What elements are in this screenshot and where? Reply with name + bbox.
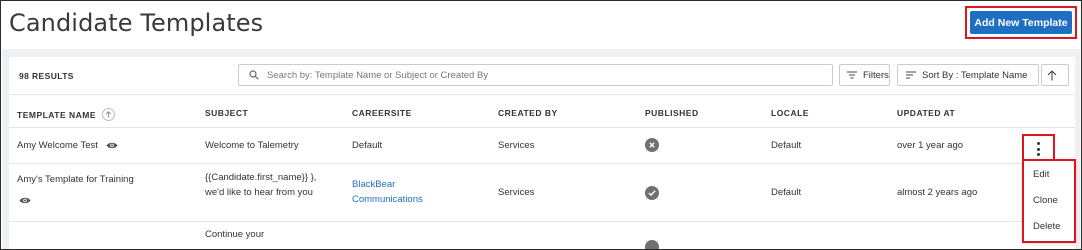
filter-lines-icon [847, 71, 857, 79]
filters-button[interactable]: Filters [839, 64, 890, 86]
template-name: Amy Welcome Test [17, 140, 98, 151]
column-label: TEMPLATE NAME [17, 109, 97, 120]
updated-at-cell: almost 2 years ago [897, 187, 978, 198]
locale-cell: Default [771, 140, 802, 151]
created-by-cell: Services [498, 140, 535, 151]
published-check-icon [645, 240, 659, 249]
eye-icon[interactable] [19, 196, 31, 205]
careersite-link[interactable]: BlackBear Communications [352, 178, 442, 207]
careersite-cell: Default [352, 140, 383, 151]
column-subject[interactable]: SUBJECT [205, 108, 248, 118]
eye-icon[interactable] [106, 141, 118, 150]
search-input[interactable] [267, 65, 832, 85]
templates-table: TEMPLATE NAME SUBJECT CAREERSITE CREATED… [9, 95, 1075, 249]
menu-item-delete[interactable]: Delete [1024, 213, 1074, 239]
published-cell [645, 240, 659, 249]
table-header: TEMPLATE NAME SUBJECT CAREERSITE CREATED… [9, 95, 1075, 128]
sort-asc-icon[interactable] [102, 108, 116, 121]
published-cell [645, 186, 659, 201]
sort-label: Sort By : Template Name [922, 69, 1028, 81]
results-toolbar: 98 RESULTS Filters Sort By : Template N [9, 57, 1075, 95]
page-title: Candidate Templates [9, 9, 264, 37]
sort-lines-icon [906, 71, 916, 79]
app-frame: Candidate Templates Add New Template 98 … [0, 0, 1082, 250]
subject-cell: Continue your [205, 229, 265, 240]
updated-at-cell: over 1 year ago [897, 140, 964, 151]
published-cell [645, 138, 659, 153]
template-name: Amy's Template for Training [17, 174, 134, 185]
column-locale[interactable]: LOCALE [771, 108, 809, 118]
created-by-cell: Services [498, 187, 535, 198]
column-template-name[interactable]: TEMPLATE NAME [17, 108, 116, 121]
table-row: Amy's Template for Training {{Candidate.… [9, 164, 1075, 222]
sort-by-button[interactable]: Sort By : Template Name [897, 64, 1039, 86]
row-actions-menu: Edit Clone Delete [1022, 159, 1076, 243]
add-new-template-button[interactable]: Add New Template [970, 11, 1072, 34]
template-name-cell[interactable]: Amy Welcome Test [17, 139, 118, 153]
locale-cell: Default [771, 187, 802, 198]
add-template-highlight: Add New Template [965, 6, 1077, 39]
results-count: 98 RESULTS [19, 71, 74, 81]
search-icon [249, 70, 259, 80]
menu-item-clone[interactable]: Clone [1024, 187, 1074, 213]
template-name-cell[interactable]: Amy's Template for Training [17, 173, 177, 210]
sort-direction-button[interactable] [1041, 64, 1069, 86]
column-published[interactable]: PUBLISHED [645, 108, 699, 118]
arrow-up-icon [1047, 69, 1057, 80]
column-careersite[interactable]: CAREERSITE [352, 108, 412, 118]
subject-cell: {{Candidate.first_name}} }, we'd like to… [205, 172, 317, 198]
column-updated-at[interactable]: UPDATED AT [897, 108, 955, 118]
filters-label: Filters [863, 69, 889, 81]
column-created-by[interactable]: CREATED BY [498, 108, 558, 118]
table-row: Continue your [9, 222, 1075, 249]
menu-item-edit[interactable]: Edit [1024, 161, 1074, 187]
unpublished-x-icon [645, 138, 659, 152]
published-check-icon [645, 186, 659, 200]
search-box[interactable] [238, 64, 833, 86]
table-row: Amy Welcome Test Welcome to Talemetry De… [9, 128, 1075, 164]
subject-cell: Welcome to Talemetry [205, 140, 299, 151]
